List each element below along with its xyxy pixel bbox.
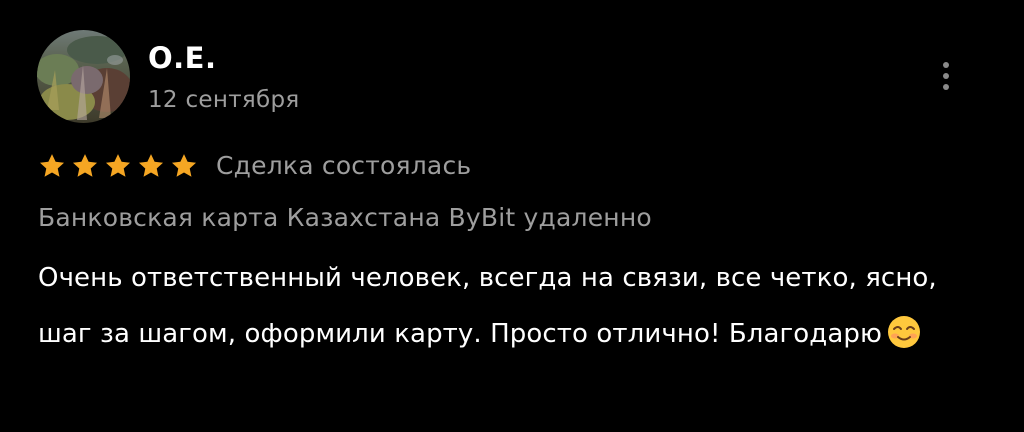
more-vertical-icon-dot <box>943 73 949 79</box>
star-icon <box>38 152 66 180</box>
star-icon <box>137 152 165 180</box>
avatar-photo <box>37 30 130 123</box>
product-title[interactable]: Банковская карта Казахстана ByBit удален… <box>38 198 652 238</box>
more-vertical-icon <box>943 62 949 68</box>
rating-row: Сделка состоялась <box>38 144 471 188</box>
deal-status: Сделка состоялась <box>216 151 472 180</box>
review-date: 12 сентября <box>148 87 300 113</box>
smiling-face-emoji-icon <box>886 314 922 350</box>
more-vertical-icon-dot <box>943 84 949 90</box>
star-icon <box>71 152 99 180</box>
review-text: Очень ответственный человек, всегда на с… <box>38 250 988 362</box>
more-options-button[interactable] <box>928 54 964 98</box>
avatar[interactable] <box>37 30 130 123</box>
star-icon <box>104 152 132 180</box>
star-rating <box>38 152 198 180</box>
review-card: О.Е. 12 сентября Сделка состоялась Банко… <box>0 0 1024 432</box>
author-name[interactable]: О.Е. <box>148 38 217 78</box>
review-text-body: Очень ответственный человек, всегда на с… <box>38 263 937 349</box>
star-icon <box>170 152 198 180</box>
